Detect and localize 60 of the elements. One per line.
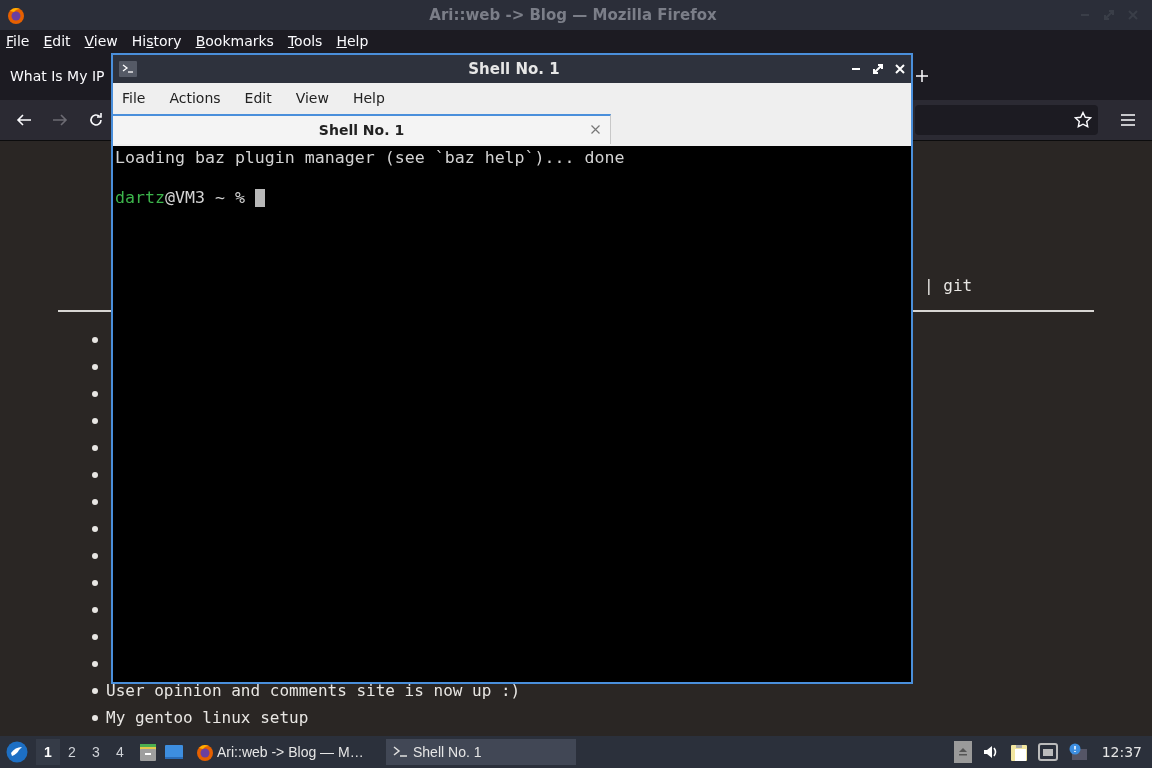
menu-item[interactable]: Help bbox=[336, 33, 369, 49]
prompt-user: dartz bbox=[115, 188, 165, 208]
menu-item[interactable]: Bookmarks bbox=[195, 33, 274, 49]
bullet bbox=[92, 552, 98, 559]
workspace-button[interactable]: 3 bbox=[84, 739, 108, 765]
notification-icon[interactable] bbox=[1067, 743, 1088, 761]
firefox-icon bbox=[196, 743, 214, 761]
bullet bbox=[92, 714, 98, 721]
menu-item[interactable]: View bbox=[295, 90, 329, 106]
workspace-button[interactable]: 1 bbox=[36, 739, 60, 765]
browser-tab[interactable]: What Is My IP bbox=[10, 68, 105, 84]
menu-item[interactable]: View bbox=[84, 33, 118, 49]
clipboard-icon[interactable] bbox=[1009, 742, 1028, 762]
clock: 12:37 bbox=[1101, 744, 1142, 760]
firefox-icon bbox=[6, 5, 26, 25]
bullet bbox=[92, 660, 98, 667]
prompt-text: @VM3 ~ % bbox=[164, 188, 245, 208]
nav-links[interactable]: | git bbox=[924, 275, 973, 295]
text-cursor bbox=[254, 189, 265, 207]
bullet bbox=[92, 498, 98, 505]
workspace-button[interactable]: 2 bbox=[60, 739, 84, 765]
menu-item[interactable]: Edit bbox=[43, 33, 71, 49]
bullet bbox=[92, 687, 98, 694]
bullet bbox=[92, 363, 98, 370]
menu-item[interactable]: Edit bbox=[244, 90, 272, 106]
taskbar-button[interactable]: Shell No. 1 bbox=[386, 739, 576, 765]
menu-item[interactable]: Tools bbox=[287, 33, 323, 49]
menu-item[interactable]: Actions bbox=[169, 90, 221, 106]
file-cabinet-icon[interactable] bbox=[138, 742, 158, 762]
eject-icon[interactable] bbox=[953, 741, 972, 763]
post-link[interactable]: My gentoo linux setup bbox=[106, 708, 309, 727]
terminal-icon bbox=[119, 61, 137, 77]
star-icon[interactable] bbox=[1074, 111, 1092, 129]
bullet bbox=[92, 390, 98, 397]
menu-item[interactable]: File bbox=[6, 33, 30, 49]
window-title: Ari::web -> Blog — Mozilla Firefox bbox=[428, 6, 718, 24]
bullet bbox=[92, 633, 98, 640]
menu-icon[interactable] bbox=[1120, 113, 1136, 127]
start-menu-icon[interactable] bbox=[6, 741, 28, 763]
bullet bbox=[92, 417, 98, 424]
bullet bbox=[92, 579, 98, 586]
menu-item[interactable]: History bbox=[131, 33, 182, 49]
workspace-button[interactable]: 4 bbox=[108, 739, 132, 765]
bullet bbox=[92, 444, 98, 451]
output-text: Loading baz plugin manager (see `baz help`)... done bbox=[115, 148, 625, 168]
reload-icon[interactable] bbox=[88, 112, 104, 128]
bullet bbox=[92, 525, 98, 532]
network-icon[interactable] bbox=[1037, 743, 1058, 761]
bullet bbox=[92, 336, 98, 343]
back-icon[interactable] bbox=[16, 112, 32, 128]
bullet bbox=[92, 606, 98, 613]
terminal-tab[interactable]: Shell No. 1 bbox=[113, 114, 611, 144]
desktop-icon[interactable] bbox=[164, 742, 184, 762]
window-title: Shell No. 1 bbox=[467, 60, 561, 78]
taskbar-button[interactable]: Ari::web -> Blog — M… bbox=[190, 739, 380, 765]
bullet bbox=[92, 471, 98, 478]
new-tab-icon[interactable] bbox=[915, 70, 928, 82]
post-link[interactable]: User opinion and comments site is now up :) bbox=[106, 681, 521, 700]
menu-item[interactable]: Help bbox=[352, 90, 385, 106]
menu-item[interactable]: File bbox=[122, 90, 146, 106]
